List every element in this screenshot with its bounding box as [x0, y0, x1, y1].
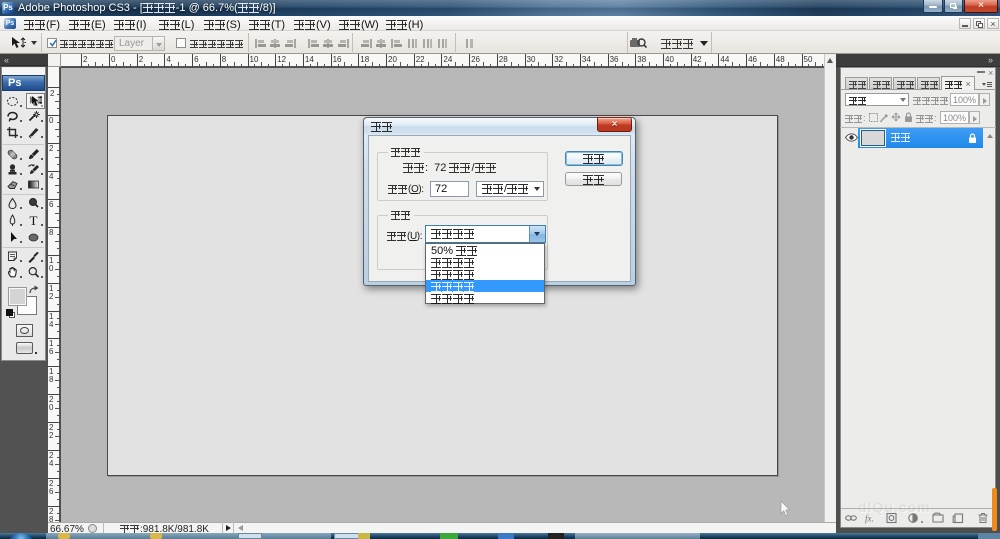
svg-text:fx.: fx.	[865, 514, 874, 524]
svg-text:T: T	[30, 214, 38, 227]
